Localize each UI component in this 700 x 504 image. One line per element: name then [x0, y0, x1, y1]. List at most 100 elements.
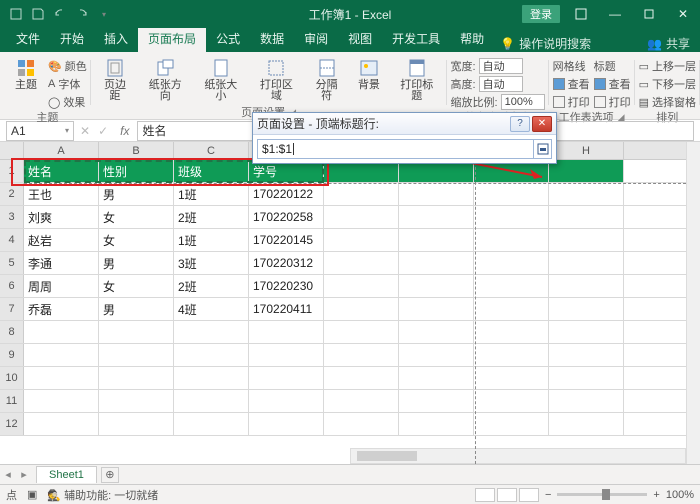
theme-colors[interactable]: 🎨颜色 [48, 58, 87, 74]
orientation-button[interactable]: 纸张方向 [139, 56, 191, 104]
cell[interactable]: 3班 [174, 252, 249, 274]
cell[interactable] [174, 367, 249, 389]
cell[interactable] [99, 390, 174, 412]
cell[interactable]: 男 [99, 298, 174, 320]
cell[interactable] [399, 252, 474, 274]
theme-fonts[interactable]: A字体 [48, 76, 87, 92]
width-select[interactable]: 自动 [479, 58, 523, 74]
qat-more-icon[interactable]: ▾ [96, 6, 112, 22]
minimize-button[interactable]: — [598, 0, 632, 28]
vertical-scrollbar[interactable] [686, 142, 700, 464]
headings-view[interactable]: 查看 [594, 76, 631, 92]
selection-pane[interactable]: ▤选择窗格 [639, 94, 696, 110]
cell[interactable] [99, 367, 174, 389]
cell[interactable]: 女 [99, 229, 174, 251]
cell[interactable]: 王也 [24, 183, 99, 205]
cell[interactable] [549, 298, 624, 320]
cell[interactable] [249, 413, 324, 435]
cell[interactable] [174, 344, 249, 366]
login-button[interactable]: 登录 [522, 5, 560, 23]
tab-insert[interactable]: 插入 [94, 26, 138, 52]
cell[interactable]: 170220122 [249, 183, 324, 205]
row-header[interactable]: 7 [0, 298, 24, 320]
print-area-button[interactable]: 打印区域 [251, 56, 303, 104]
cell[interactable]: 170220258 [249, 206, 324, 228]
cell[interactable]: 男 [99, 252, 174, 274]
zoom-slider[interactable] [557, 493, 647, 496]
cell[interactable] [474, 275, 549, 297]
col-header[interactable]: B [99, 142, 174, 159]
cell[interactable] [249, 321, 324, 343]
cell[interactable] [549, 367, 624, 389]
cell[interactable] [324, 298, 399, 320]
macro-record-icon[interactable]: ▣ [27, 488, 37, 501]
cell[interactable]: 2班 [174, 206, 249, 228]
cell[interactable]: 1班 [174, 183, 249, 205]
zoom-level[interactable]: 100% [666, 489, 694, 501]
cell[interactable] [249, 390, 324, 412]
tab-page-layout[interactable]: 页面布局 [138, 26, 206, 52]
margins-button[interactable]: 页边距 [95, 56, 136, 104]
cell[interactable] [174, 321, 249, 343]
row-header[interactable]: 2 [0, 183, 24, 205]
cell[interactable] [174, 413, 249, 435]
cell[interactable]: 2班 [174, 275, 249, 297]
tell-me[interactable]: 💡操作说明搜索 [500, 35, 591, 52]
cell[interactable] [24, 390, 99, 412]
cell[interactable] [399, 390, 474, 412]
cell[interactable] [549, 413, 624, 435]
tab-view[interactable]: 视图 [338, 26, 382, 52]
row-header[interactable]: 5 [0, 252, 24, 274]
cell[interactable] [399, 275, 474, 297]
maximize-button[interactable] [632, 0, 666, 28]
cell[interactable] [324, 229, 399, 251]
row-header[interactable]: 8 [0, 321, 24, 343]
cell[interactable] [24, 344, 99, 366]
enter-icon[interactable]: ✓ [94, 124, 112, 138]
cell[interactable]: 女 [99, 206, 174, 228]
zoom-out-button[interactable]: − [545, 489, 551, 501]
tab-formulas[interactable]: 公式 [206, 26, 250, 52]
view-page-layout-button[interactable] [497, 488, 517, 502]
cell[interactable]: 170220230 [249, 275, 324, 297]
rows-to-repeat-input[interactable]: $1:$1 [257, 139, 534, 159]
row-header[interactable]: 1 [0, 160, 24, 182]
cell[interactable] [249, 344, 324, 366]
background-button[interactable]: 背景 [351, 56, 387, 93]
cell[interactable] [324, 321, 399, 343]
col-header[interactable]: H [549, 142, 624, 159]
cell[interactable] [174, 390, 249, 412]
cell[interactable] [549, 252, 624, 274]
cell[interactable] [24, 413, 99, 435]
autosave-icon[interactable] [8, 6, 24, 22]
send-backward[interactable]: ▭下移一层 [639, 76, 696, 92]
range-picker-button[interactable] [534, 139, 552, 159]
view-normal-button[interactable] [475, 488, 495, 502]
cell[interactable]: 性别 [99, 160, 174, 182]
cell[interactable]: 170220145 [249, 229, 324, 251]
row-header[interactable]: 9 [0, 344, 24, 366]
cell[interactable] [549, 275, 624, 297]
dialog-titlebar[interactable]: 页面设置 - 顶端标题行: ? ✕ [253, 113, 556, 135]
zoom-knob[interactable] [602, 489, 610, 500]
cell[interactable] [549, 206, 624, 228]
cell[interactable]: 4班 [174, 298, 249, 320]
cell[interactable]: 170220411 [249, 298, 324, 320]
size-button[interactable]: 纸张大小 [195, 56, 247, 104]
cell[interactable] [24, 321, 99, 343]
save-icon[interactable] [30, 6, 46, 22]
cell[interactable] [549, 390, 624, 412]
redo-icon[interactable] [74, 6, 90, 22]
cell[interactable]: 170220312 [249, 252, 324, 274]
share-button[interactable]: 👥共享 [647, 35, 690, 52]
scale-select[interactable]: 100% [501, 94, 545, 110]
accessibility-status[interactable]: 🕵 辅助功能: 一切就绪 [47, 487, 158, 503]
cell[interactable] [549, 229, 624, 251]
cell[interactable]: 赵岩 [24, 229, 99, 251]
tab-home[interactable]: 开始 [50, 26, 94, 52]
breaks-button[interactable]: 分隔符 [306, 56, 347, 104]
row-header[interactable]: 3 [0, 206, 24, 228]
cell[interactable]: 班级 [174, 160, 249, 182]
headings-print[interactable]: 打印 [594, 94, 631, 110]
cell[interactable] [324, 275, 399, 297]
